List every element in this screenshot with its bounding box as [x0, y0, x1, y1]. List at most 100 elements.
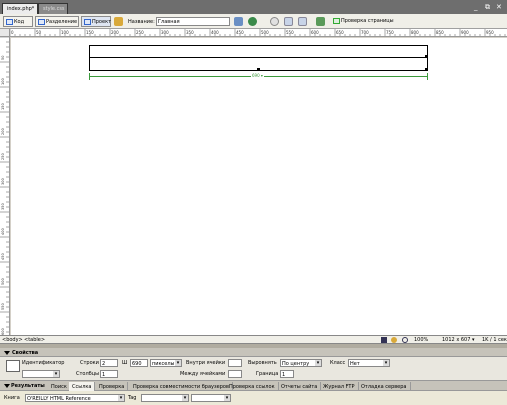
zoom-tool-icon[interactable]: [402, 337, 408, 343]
tag-selector-body[interactable]: <body>: [2, 337, 23, 343]
ruler-label: 500: [261, 30, 269, 35]
width-guide-tick: [89, 73, 90, 80]
ruler-label: 500: [1, 278, 5, 285]
tab-link-check[interactable]: Проверка ссылок: [226, 382, 279, 391]
ruler-label: 400: [1, 228, 5, 235]
table-row-divider: [90, 57, 427, 58]
ruler-label: 250: [136, 30, 144, 35]
live-view-icon[interactable]: [114, 17, 123, 26]
ruler-label: 900: [461, 30, 469, 35]
ruler-label: 250: [1, 153, 5, 160]
results-title: Результаты: [11, 383, 45, 389]
hand-tool-icon[interactable]: [391, 337, 397, 343]
check-page-icon: [333, 18, 340, 24]
tab-style-css[interactable]: style.css: [38, 3, 68, 14]
ruler-corner: [0, 29, 10, 37]
ruler-label: 150: [1, 103, 5, 110]
rows-input[interactable]: 2: [100, 359, 118, 367]
ruler-label: 700: [361, 30, 369, 35]
collapse-arrow-icon[interactable]: [4, 384, 10, 388]
table-id-label: Идентификатор: [22, 360, 65, 366]
ruler-label: 200: [111, 30, 119, 35]
validate-icon[interactable]: [316, 17, 325, 26]
zoom-level[interactable]: 100%: [414, 337, 428, 343]
align-label: Выровнять: [248, 360, 277, 366]
tab-index-php[interactable]: index.php*: [2, 3, 38, 14]
ruler-label: 0: [11, 30, 14, 35]
split-icon: [38, 19, 45, 25]
tag-selector-table[interactable]: <table>: [24, 337, 45, 343]
table-resize-handle-bottom[interactable]: [257, 68, 260, 71]
class-label: Класс: [330, 360, 346, 366]
align-select[interactable]: По центру: [280, 359, 322, 367]
ruler-label: 550: [1, 303, 5, 310]
select-tool-icon[interactable]: [381, 337, 387, 343]
tab-search[interactable]: Поиск: [48, 382, 71, 391]
download-info: 1K / 1 сек: [482, 337, 507, 343]
rows-label: Строки: [80, 360, 99, 366]
ruler-label: 650: [336, 30, 344, 35]
tab-ftp-log[interactable]: Журнал FTP: [320, 382, 359, 391]
document-tab-bar: index.php* style.css _ ⧉ ✕: [0, 0, 507, 14]
table-width-indicator[interactable]: 690 ▾: [89, 73, 428, 80]
ruler-label: 600: [311, 30, 319, 35]
ruler-label: 450: [1, 253, 5, 260]
design-canvas[interactable]: [11, 38, 507, 335]
window-size[interactable]: 1012 x 607 ▾: [442, 337, 475, 343]
class-select[interactable]: Нет: [348, 359, 390, 367]
code-view-button[interactable]: Код: [3, 16, 33, 27]
ruler-label: 50: [36, 30, 42, 35]
cellpadding-label: Внутри ячейки: [186, 360, 226, 366]
properties-title: Свойства: [12, 350, 39, 356]
cellpadding-input[interactable]: [228, 359, 242, 367]
ruler-label: 450: [236, 30, 244, 35]
cols-label: Столбцы: [76, 371, 100, 377]
ruler-label: 150: [86, 30, 94, 35]
ruler-label: 550: [286, 30, 294, 35]
table-icon: [6, 360, 20, 372]
ruler-label: 300: [1, 178, 5, 185]
properties-header[interactable]: Свойства: [0, 348, 507, 357]
check-page-button[interactable]: Проверка страницы: [331, 16, 394, 27]
border-input[interactable]: 1: [280, 370, 294, 378]
table-id-select[interactable]: [22, 370, 60, 378]
table-resize-handle-right[interactable]: [425, 55, 428, 58]
minimize-button[interactable]: _: [474, 3, 478, 11]
units-select[interactable]: пикселы: [150, 359, 182, 367]
cols-input[interactable]: 1: [100, 370, 118, 378]
tag-label: Tag: [128, 395, 137, 401]
visual-aids-icon[interactable]: [298, 17, 307, 26]
tab-reference[interactable]: Ссылка: [69, 382, 96, 391]
ruler-ticks: 0 50 100 150 200 250 300 350 400 450 500 550 600 650 7…: [10, 29, 506, 36]
ruler-label: 350: [1, 203, 5, 210]
vertical-ruler: 50 100 150 200 250 300 350 400 450 500 550 600: [0, 37, 10, 335]
file-management-icon[interactable]: [234, 17, 243, 26]
attribute-select[interactable]: [191, 394, 231, 402]
book-select[interactable]: O'REILLY HTML Reference: [25, 394, 125, 402]
reference-panel: Книга O'REILLY HTML Reference Tag: [0, 391, 507, 405]
page-title-input[interactable]: Главная: [156, 17, 230, 26]
table-resize-handle-corner[interactable]: [425, 68, 428, 71]
width-input[interactable]: 690: [130, 359, 148, 367]
view-options-icon[interactable]: [284, 17, 293, 26]
tag-select[interactable]: [141, 394, 189, 402]
border-label: Граница: [256, 371, 279, 377]
restore-button[interactable]: ⧉: [485, 3, 490, 11]
preview-browser-icon[interactable]: [248, 17, 257, 26]
cellspacing-input[interactable]: [228, 370, 242, 378]
tab-site-reports[interactable]: Отчеты сайта: [278, 382, 322, 391]
table-width-label: 690 ▾: [251, 73, 264, 78]
close-button[interactable]: ✕: [496, 3, 502, 11]
refresh-icon[interactable]: [270, 17, 279, 26]
tab-server-debug[interactable]: Отладка сервера: [358, 382, 411, 391]
collapse-arrow-icon[interactable]: [4, 351, 10, 355]
width-label: Ш: [122, 360, 128, 366]
ruler-label: 350: [186, 30, 194, 35]
ruler-label: 300: [161, 30, 169, 35]
split-view-button[interactable]: Разделение: [35, 16, 79, 27]
tab-validation[interactable]: Проверка: [96, 382, 129, 391]
ruler-label: 200: [1, 128, 5, 135]
results-header: Результаты Поиск Ссылка Проверка Проверк…: [0, 381, 507, 391]
tab-browser-compat[interactable]: Проверка совместимости браузеров: [130, 382, 233, 391]
design-view-button[interactable]: Проект: [81, 16, 111, 27]
